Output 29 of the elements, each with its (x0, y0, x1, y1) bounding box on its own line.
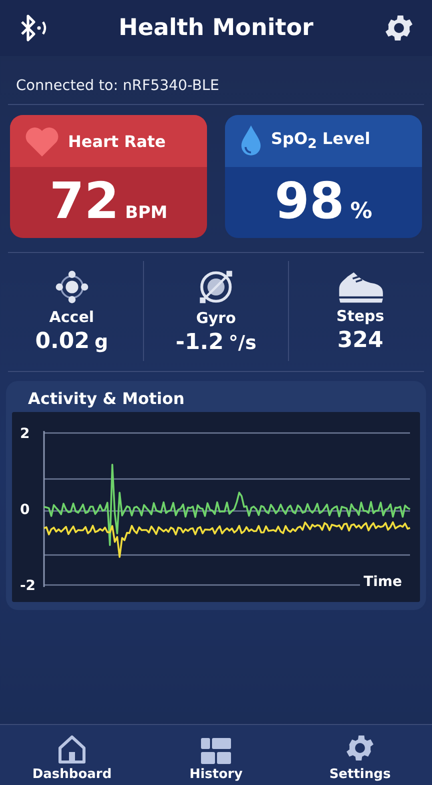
nav-tab[interactable]: Settings (288, 725, 432, 785)
connection-status: Connected to: nRF5340-BLE (15, 77, 220, 96)
axis-tick-label: 0 (20, 502, 30, 518)
metric-label: Steps (336, 306, 384, 324)
metric-unit: °/s (228, 332, 256, 354)
metric-unit: g (94, 330, 108, 352)
home-icon (56, 733, 88, 765)
axis-tick-label: 2 (20, 426, 30, 442)
grid-icon (200, 737, 232, 765)
vital-unit: BPM (125, 203, 168, 223)
card-title: Activity & Motion (27, 389, 186, 410)
droplet-icon (239, 124, 263, 158)
vital-label: SpO$_{2}$ Level (271, 129, 370, 153)
app-title: Health Monitor (118, 15, 314, 41)
metric-value: -1.2 (176, 330, 224, 354)
metric-value: 0.02 (35, 328, 90, 354)
metric-label: Gyro (196, 308, 236, 326)
nav-tab[interactable]: Dashboard (0, 725, 144, 785)
vital-unit: % (350, 199, 372, 224)
vital-value: 72 (50, 171, 120, 232)
metric-label: Accel (49, 308, 94, 326)
vital-value: 98 (274, 171, 344, 232)
vital-label: Heart Rate (68, 132, 166, 150)
heart-icon (24, 124, 60, 158)
metric-value: 324 (337, 328, 384, 352)
accelerometer-icon (54, 268, 90, 304)
nav-tab[interactable]: History (144, 725, 288, 785)
axis-tick-label: -2 (20, 578, 36, 594)
axis-label: Time (364, 574, 402, 590)
